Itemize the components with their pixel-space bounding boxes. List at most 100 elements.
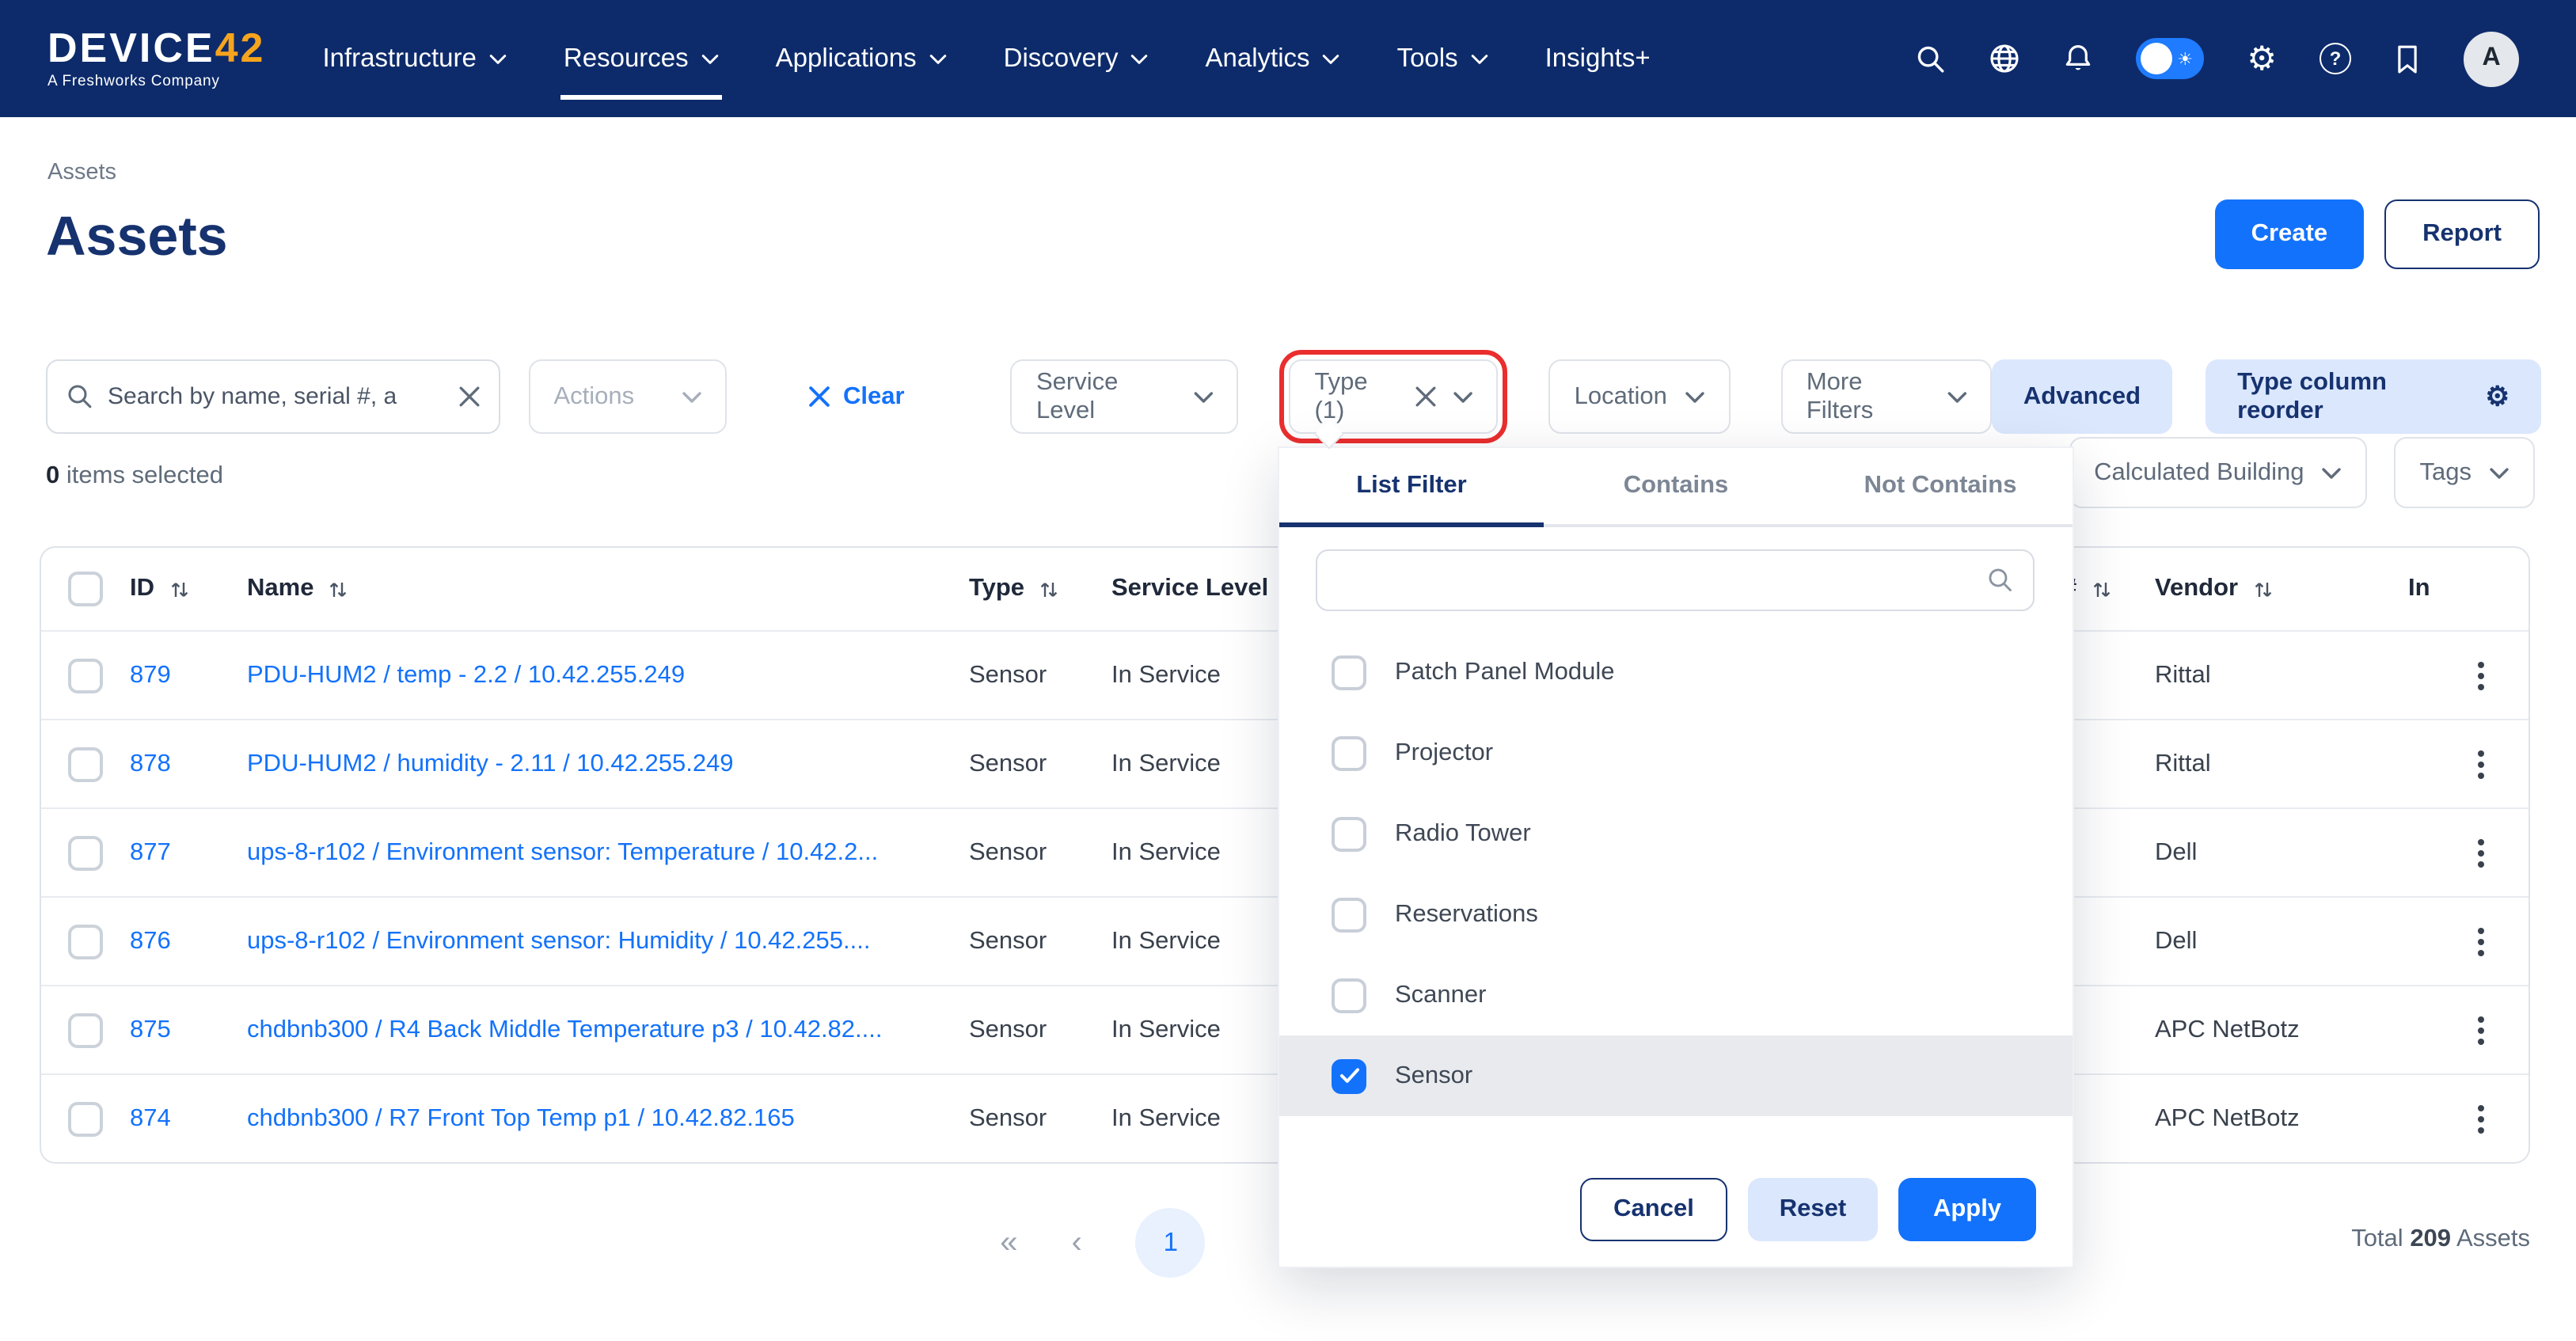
avatar[interactable]: A	[2464, 31, 2519, 86]
filter-option[interactable]: Patch Panel Module	[1279, 632, 2073, 712]
nav-item[interactable]: Analytics	[1206, 0, 1340, 117]
secondary-filter-chip[interactable]: Calculated Building	[2069, 437, 2367, 508]
row-menu-kebab-icon[interactable]	[2472, 921, 2491, 962]
filter-chip[interactable]: Type (1)	[1289, 359, 1498, 434]
clear-filter-icon[interactable]	[1415, 386, 1436, 407]
actions-dropdown[interactable]: Actions	[528, 359, 726, 434]
asset-name-link[interactable]: chdbnb300 / R7 Front Top Temp p1 / 10.42…	[247, 1104, 795, 1133]
globe-icon[interactable]	[1989, 43, 2020, 74]
filter-chip[interactable]: More Filters	[1781, 359, 1992, 434]
asset-id-link[interactable]: 878	[130, 750, 171, 778]
sort-icon[interactable]	[2252, 579, 2273, 599]
asset-name-link[interactable]: PDU-HUM2 / humidity - 2.11 / 10.42.255.2…	[247, 750, 734, 778]
popover-tab[interactable]: Not Contains	[1808, 448, 2073, 524]
option-checkbox[interactable]	[1332, 735, 1366, 770]
search-icon[interactable]	[1916, 44, 1946, 74]
advanced-button[interactable]: Advanced	[1992, 359, 2172, 434]
popover-tab[interactable]: List Filter	[1279, 448, 1544, 524]
asset-id-link[interactable]: 876	[130, 927, 171, 955]
column-header-count[interactable]: #	[2063, 575, 2155, 603]
row-menu-kebab-icon[interactable]	[2472, 1009, 2491, 1050]
column-header-in[interactable]: In	[2408, 575, 2472, 603]
type-column-reorder-button[interactable]: Type column reorder ⚙	[2206, 359, 2541, 434]
asset-vendor: Dell	[2155, 838, 2408, 867]
option-checkbox[interactable]	[1332, 978, 1366, 1012]
column-header-vendor[interactable]: Vendor	[2155, 575, 2408, 603]
row-checkbox[interactable]	[68, 1012, 103, 1047]
nav-item[interactable]: Resources	[564, 0, 719, 117]
gear-icon[interactable]: ⚙	[2247, 39, 2277, 78]
reset-button[interactable]: Reset	[1748, 1178, 1878, 1241]
filter-chip[interactable]: Service Level	[1011, 359, 1238, 434]
asset-id-link[interactable]: 875	[130, 1016, 171, 1044]
apply-button[interactable]: Apply	[1898, 1178, 2036, 1241]
cancel-button[interactable]: Cancel	[1580, 1178, 1727, 1241]
column-header-type[interactable]: Type	[969, 575, 1111, 603]
filter-option[interactable]: Sensor	[1279, 1035, 2073, 1116]
filter-option[interactable]: Projector	[1279, 712, 2073, 793]
asset-type: Sensor	[969, 927, 1111, 955]
row-menu-kebab-icon[interactable]	[2472, 1098, 2491, 1139]
row-checkbox[interactable]	[68, 924, 103, 959]
previous-page-button[interactable]: ‹	[1071, 1225, 1081, 1261]
clear-filters-button[interactable]: Clear	[808, 382, 941, 411]
nav-item[interactable]: Applications	[776, 0, 947, 117]
nav-item[interactable]: Tools	[1397, 0, 1488, 117]
report-button[interactable]: Report	[2384, 199, 2540, 269]
filter-option[interactable]: Scanner	[1279, 955, 2073, 1035]
page-button[interactable]: 1	[1136, 1208, 1206, 1278]
filter-option[interactable]: Radio Tower	[1279, 793, 2073, 874]
row-menu-kebab-icon[interactable]	[2472, 832, 2491, 873]
nav-item-label: Infrastructure	[322, 44, 476, 74]
sort-icon[interactable]	[328, 579, 348, 599]
column-header-id[interactable]: ID	[130, 575, 247, 603]
help-icon[interactable]: ?	[2320, 43, 2351, 74]
clear-search-icon[interactable]	[458, 386, 479, 407]
column-header-service-level[interactable]: Service Level	[1111, 575, 1286, 603]
asset-type: Sensor	[969, 661, 1111, 689]
bell-icon[interactable]	[2063, 43, 2093, 74]
asset-id-link[interactable]: 874	[130, 1104, 171, 1133]
option-checkbox[interactable]	[1332, 816, 1366, 851]
sort-icon[interactable]	[169, 579, 189, 599]
asset-name-link[interactable]: chdbnb300 / R4 Back Middle Temperature p…	[247, 1016, 883, 1044]
asset-name-link[interactable]: PDU-HUM2 / temp - 2.2 / 10.42.255.249	[247, 661, 685, 689]
chevron-down-icon	[2489, 466, 2510, 479]
asset-search-input[interactable]: Search by name, serial #, a	[46, 359, 500, 434]
nav-item[interactable]: Insights+	[1545, 0, 1651, 117]
filter-option[interactable]: Reservations	[1279, 874, 2073, 955]
device42-logo[interactable]: DEVICE42 A Freshworks Company	[47, 28, 265, 90]
row-menu-kebab-icon[interactable]	[2472, 743, 2491, 784]
first-page-button[interactable]: «	[1000, 1225, 1017, 1261]
row-menu-kebab-icon[interactable]	[2472, 655, 2491, 696]
theme-toggle[interactable]: ☀	[2136, 38, 2204, 79]
select-all-checkbox[interactable]	[68, 572, 103, 606]
option-checkbox[interactable]	[1332, 655, 1366, 689]
bookmark-icon[interactable]	[2394, 44, 2421, 74]
create-button[interactable]: Create	[2215, 199, 2365, 269]
asset-id-link[interactable]: 877	[130, 838, 171, 867]
chevron-down-icon	[2322, 466, 2342, 479]
popover-search[interactable]	[1316, 549, 2035, 611]
option-checkbox[interactable]	[1332, 897, 1366, 932]
nav-item[interactable]: Infrastructure	[322, 0, 506, 117]
filter-chip[interactable]: Location	[1549, 359, 1731, 434]
secondary-filter-chip[interactable]: Tags	[2395, 437, 2536, 508]
breadcrumb[interactable]: Assets	[47, 160, 116, 185]
row-checkbox[interactable]	[68, 746, 103, 781]
column-header-name[interactable]: Name	[247, 575, 969, 603]
sort-icon[interactable]	[1039, 579, 1059, 599]
option-checkbox[interactable]	[1332, 1058, 1366, 1093]
asset-id-link[interactable]: 879	[130, 661, 171, 689]
row-checkbox[interactable]	[68, 835, 103, 870]
asset-name-link[interactable]: ups-8-r102 / Environment sensor: Tempera…	[247, 838, 878, 867]
nav-item[interactable]: Discovery	[1004, 0, 1149, 117]
asset-name-link[interactable]: ups-8-r102 / Environment sensor: Humidit…	[247, 927, 870, 955]
popover-tab[interactable]: Contains	[1544, 448, 1808, 524]
row-checkbox[interactable]	[68, 1101, 103, 1136]
nav-utilities: ☀ ⚙ ? A	[1916, 31, 2519, 86]
row-checkbox[interactable]	[68, 658, 103, 693]
sort-icon[interactable]	[2091, 579, 2111, 599]
popover-search-input[interactable]	[1336, 567, 1987, 594]
asset-service-level: In Service	[1111, 1104, 1286, 1133]
